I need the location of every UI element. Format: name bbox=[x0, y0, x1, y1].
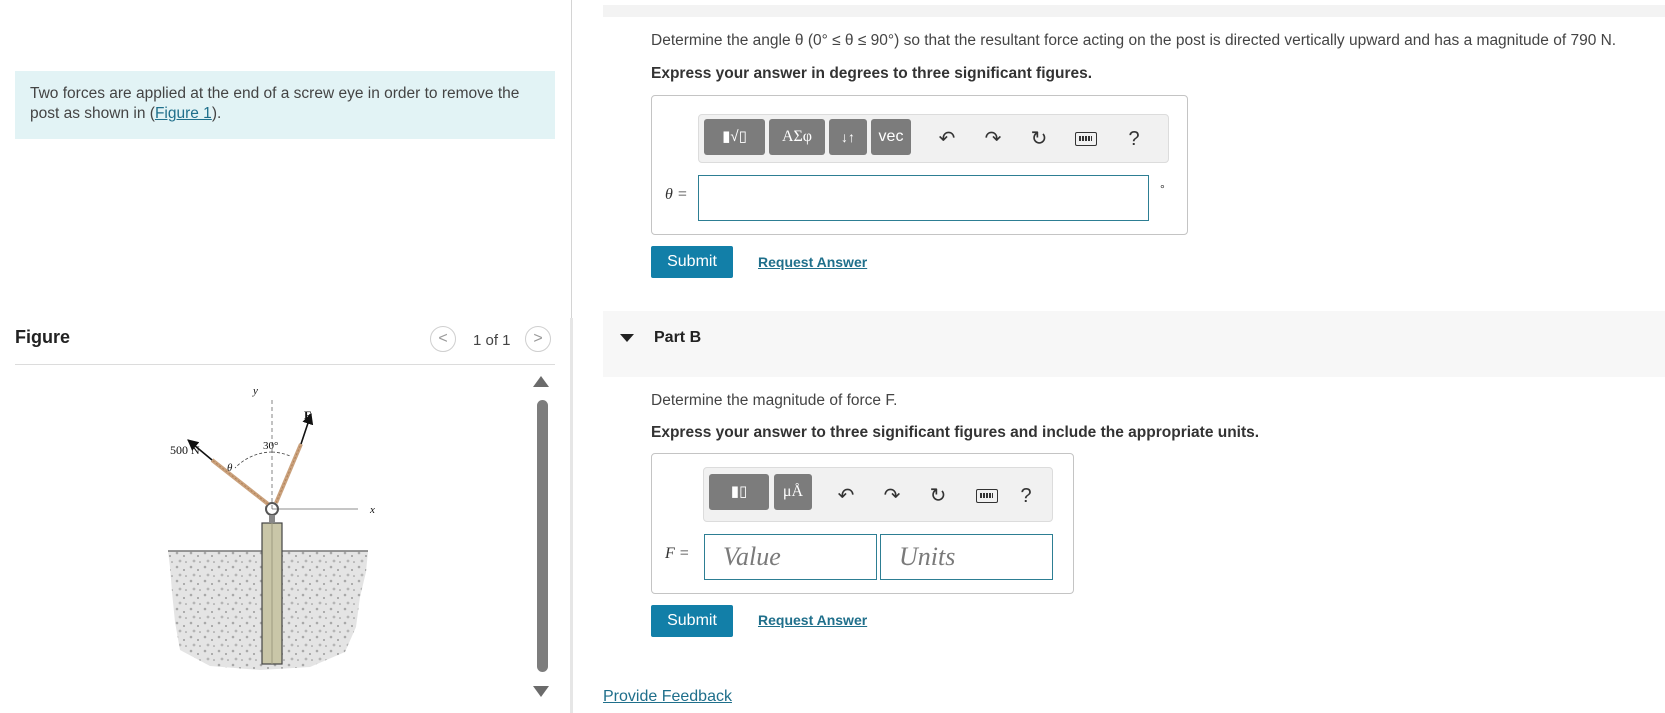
templates-button[interactable]: ▮√▯ bbox=[704, 119, 765, 155]
figure-image: 500 N θ 30° F y x bbox=[168, 385, 375, 670]
figure-pager: 1 of 1 bbox=[473, 332, 511, 349]
keyboard-icon[interactable] bbox=[976, 489, 998, 503]
part-b-prompt: Determine the magnitude of force F. bbox=[651, 392, 898, 409]
help-icon[interactable]: ? bbox=[1014, 484, 1038, 508]
part-b-header[interactable] bbox=[603, 311, 1665, 377]
next-figure-button[interactable]: > bbox=[525, 326, 551, 352]
intro-text-end: ). bbox=[211, 105, 222, 122]
part-a-answer-box: ▮√▯ ΑΣφ ↓↑ vec ↶ ↷ ↻ ? θ = ° bbox=[651, 95, 1188, 235]
part-a-instruction: Express your answer in degrees to three … bbox=[651, 65, 1093, 82]
theta-input[interactable] bbox=[699, 176, 1148, 220]
theta-arc bbox=[234, 451, 273, 469]
label-theta: θ bbox=[227, 462, 233, 474]
undo-icon[interactable]: ↶ bbox=[834, 484, 858, 508]
part-a-math-toolbar: ▮√▯ ΑΣφ ↓↑ vec ↶ ↷ ↻ ? bbox=[698, 114, 1169, 163]
f-label: F = bbox=[665, 545, 690, 563]
theta-input-field[interactable] bbox=[698, 175, 1149, 221]
label-x-axis: x bbox=[369, 504, 375, 516]
undo-icon[interactable]: ↶ bbox=[935, 127, 959, 151]
part-a-submit-button[interactable]: Submit bbox=[651, 246, 733, 278]
label-f: F bbox=[304, 408, 311, 422]
part-a-prompt-text: Determine the angle θ (0° ≤ θ ≤ 90°) so … bbox=[651, 32, 1617, 49]
theta-label: θ = bbox=[665, 186, 688, 204]
pane-resize-handle[interactable] bbox=[570, 318, 573, 713]
help-icon[interactable]: ? bbox=[1122, 127, 1146, 151]
label-y-axis: y bbox=[252, 385, 258, 397]
collapse-caret-icon[interactable] bbox=[620, 334, 634, 342]
problem-intro: Two forces are applied at the end of a s… bbox=[15, 71, 555, 139]
figure-link[interactable]: Figure 1 bbox=[155, 105, 212, 122]
f-label-text: F = bbox=[665, 545, 690, 562]
redo-icon[interactable]: ↷ bbox=[880, 484, 904, 508]
theta-label-text: θ = bbox=[665, 186, 688, 203]
value-input-field[interactable] bbox=[704, 534, 877, 580]
vector-button[interactable]: vec bbox=[871, 119, 911, 155]
reset-icon[interactable]: ↻ bbox=[926, 484, 950, 508]
part-a-prompt: Determine the angle θ (0° ≤ θ ≤ 90°) so … bbox=[651, 32, 1616, 50]
part-b-submit-button[interactable]: Submit bbox=[651, 605, 733, 637]
templates-button[interactable]: ▮▯ bbox=[709, 474, 769, 510]
arrows-button[interactable]: ↓↑ bbox=[829, 119, 867, 155]
angle-30-arc bbox=[271, 451, 291, 457]
units-button[interactable]: μÅ bbox=[774, 474, 812, 510]
intro-text: Two forces are applied at the end of a s… bbox=[30, 85, 520, 122]
greek-symbols-button[interactable]: ΑΣφ bbox=[769, 119, 825, 155]
part-b-instruction: Express your answer to three significant… bbox=[651, 424, 1260, 441]
part-a-header-strip bbox=[603, 5, 1665, 17]
reset-icon[interactable]: ↻ bbox=[1027, 127, 1051, 151]
part-b-math-toolbar: ▮▯ μÅ ↶ ↷ ↻ ? bbox=[703, 467, 1053, 522]
part-b-title[interactable]: Part B bbox=[654, 329, 701, 347]
units-input-field[interactable] bbox=[880, 534, 1053, 580]
label-500n: 500 N bbox=[170, 443, 200, 457]
scroll-thumb[interactable] bbox=[537, 400, 548, 672]
figure-divider bbox=[15, 364, 555, 365]
value-input[interactable] bbox=[705, 535, 876, 579]
figure-title: Figure bbox=[15, 327, 71, 347]
label-30-deg: 30° bbox=[263, 440, 278, 452]
left-pane: Two forces are applied at the end of a s… bbox=[0, 0, 572, 713]
degree-unit: ° bbox=[1160, 182, 1165, 196]
provide-feedback-link[interactable]: Provide Feedback bbox=[603, 688, 732, 706]
scroll-down-arrow[interactable] bbox=[533, 686, 549, 697]
units-input[interactable] bbox=[881, 535, 1052, 579]
part-a-request-answer-link[interactable]: Request Answer bbox=[758, 254, 867, 270]
part-b-answer-box: ▮▯ μÅ ↶ ↷ ↻ ? F = bbox=[651, 453, 1074, 594]
redo-icon[interactable]: ↷ bbox=[981, 127, 1005, 151]
prev-figure-button[interactable]: < bbox=[430, 326, 456, 352]
part-b-request-answer-link[interactable]: Request Answer bbox=[758, 612, 867, 628]
keyboard-icon[interactable] bbox=[1075, 132, 1097, 146]
